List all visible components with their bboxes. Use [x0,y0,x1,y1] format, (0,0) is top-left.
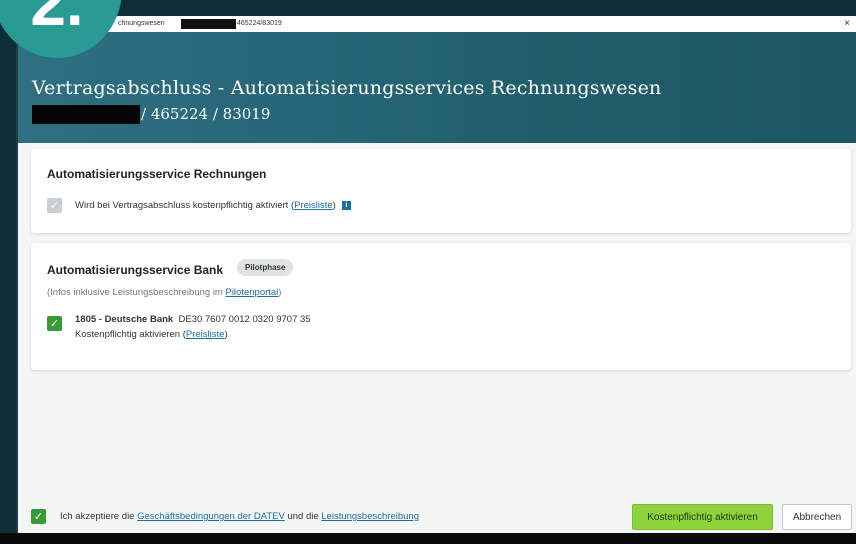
redacted-block [181,19,236,29]
card-rechnungen: Automatisierungsservice Rechnungen ✓ Wir… [31,149,851,233]
rechnungen-preisliste-link[interactable]: Preisliste [294,200,333,211]
geschaeftsbedingungen-link[interactable]: Geschäftsbedingungen der DATEV [137,511,285,522]
checkmark-icon: ✓ [49,200,60,212]
accept-prefix: Ich akzeptiere die [60,511,138,522]
rechnungen-description: Wird bei Vertragsabschluss kostenpflicht… [75,200,351,211]
dialog-footer: ✓ Ich akzeptiere die Geschäftsbedingunge… [18,492,856,533]
rechnungen-checkbox[interactable]: ✓ [47,198,62,213]
rechnungen-text-end: ) [332,200,336,211]
pilotenportal-link[interactable]: Pilotenportal [225,287,278,298]
dialog-window: chnungswesen 465224/83019 × Vertragsabsc… [18,16,856,533]
info-icon[interactable]: i [341,200,351,210]
pilotphase-badge: Pilotphase [237,259,294,276]
window-titlebar: chnungswesen 465224/83019 × [18,16,856,32]
bank-account-line: 1805 - Deutsche Bank DE30 7607 0012 0320… [75,314,311,325]
redacted-client-name [32,105,140,124]
bank-account-name: 1805 - Deutsche Bank [75,314,174,325]
checkmark-icon: ✓ [33,511,44,523]
leistungsbeschreibung-link[interactable]: Leistungsbeschreibung [321,511,419,522]
bank-account-checkbox[interactable]: ✓ [47,316,62,331]
card-rechnungen-title: Automatisierungsservice Rechnungen [47,167,267,181]
card-bank: Automatisierungsservice Bank Pilotphase … [31,243,851,370]
titlebar-text-right: 465224/83019 [237,20,282,27]
accept-terms-text: Ich akzeptiere die Geschäftsbedingungen … [60,511,419,522]
cancel-button[interactable]: Abbrechen [782,504,852,530]
accept-terms-checkbox[interactable]: ✓ [31,509,46,524]
bank-info-prefix: (Infos inklusive Leistungsbeschreibung i… [47,287,226,298]
bank-activate-line: Kostenpflichtig aktivieren (Preisliste) [75,329,228,340]
bank-preisliste-link[interactable]: Preisliste [186,329,225,340]
checkmark-icon: ✓ [49,318,60,330]
titlebar-text-left: chnungswesen [118,20,165,27]
bank-activate-text: Kostenpflichtig aktivieren ( [75,329,186,340]
accept-mid: und die [284,511,322,522]
card-bank-title: Automatisierungsservice Bank [47,263,224,277]
bank-info-text: (Infos inklusive Leistungsbeschreibung i… [47,287,281,298]
dialog-header: Vertragsabschluss - Automatisierungsserv… [18,32,856,143]
bank-info-suffix: ) [278,287,282,298]
close-icon[interactable]: × [844,18,850,29]
activate-button[interactable]: Kostenpflichtig aktivieren [632,504,773,530]
bank-activate-end: ) [224,329,228,340]
outer-frame-left [0,0,16,544]
page-subtitle: / 465224 / 83019 [141,105,271,123]
step-number: 2. [30,0,84,39]
outer-frame-top [0,0,856,16]
page-title: Vertragsabschluss - Automatisierungsserv… [32,77,662,99]
bank-account-iban: DE30 7607 0012 0320 9707 35 [178,314,311,325]
rechnungen-text: Wird bei Vertragsabschluss kostenpflicht… [75,200,295,211]
outer-frame-bottom [0,533,856,544]
